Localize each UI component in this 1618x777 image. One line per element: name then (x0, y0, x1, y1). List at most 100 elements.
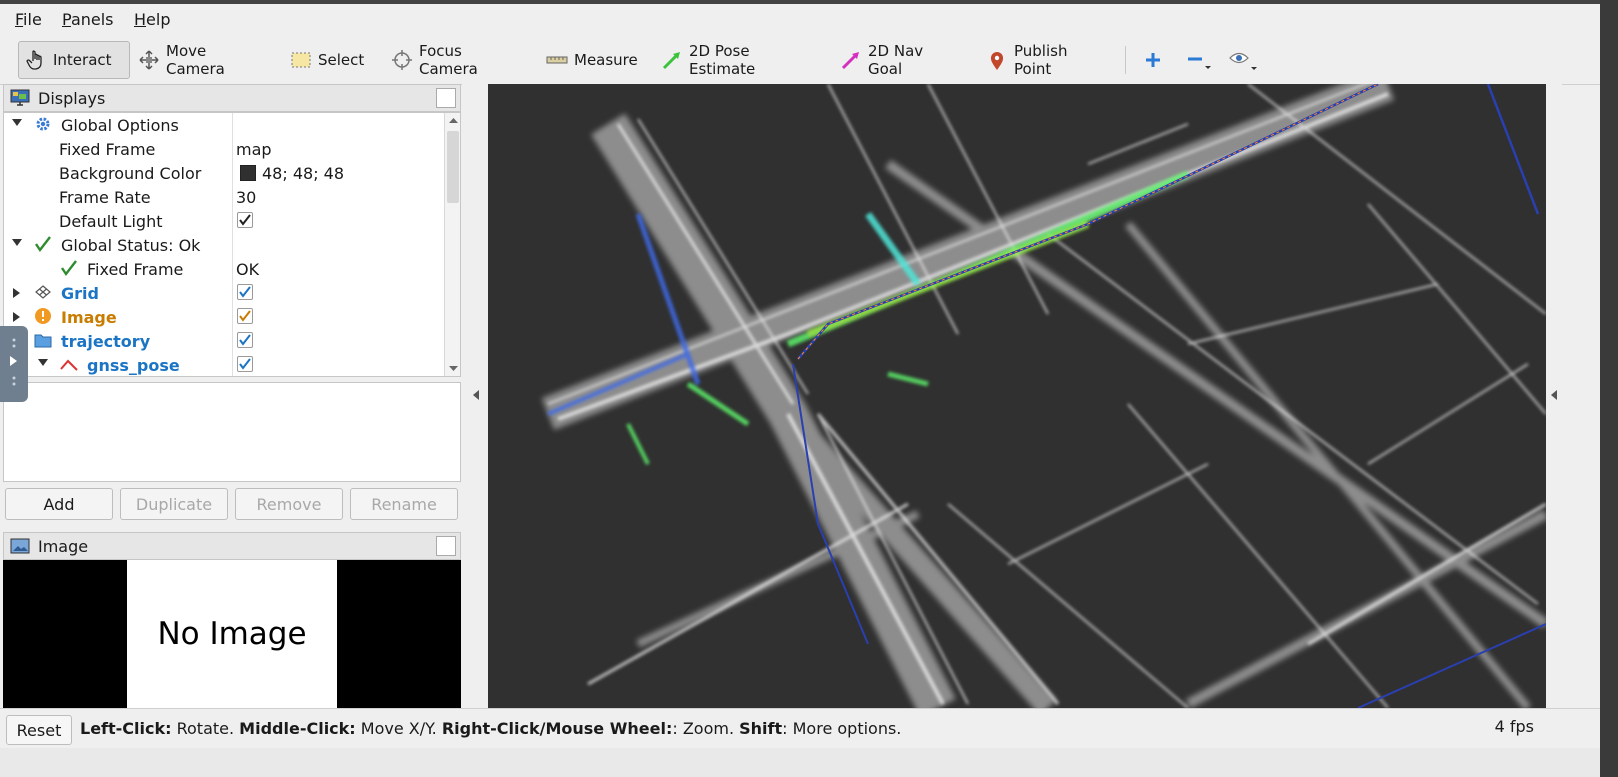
green-arrow-icon (662, 52, 680, 70)
reset-view-button[interactable]: Reset (6, 715, 72, 745)
image-panel-float-button[interactable] (436, 536, 456, 556)
tool-move-camera-label: Move Camera (166, 42, 225, 78)
rename-display-button[interactable]: Rename (350, 488, 458, 520)
tool-interact[interactable]: Interact (18, 41, 130, 79)
check-icon (239, 214, 251, 226)
panel-splitter[interactable] (462, 84, 488, 708)
tool-publish-point-label: Publish Point (1014, 42, 1068, 78)
check-icon (239, 286, 251, 298)
tree-label: Global Options (61, 116, 179, 135)
hint-part: : More options. (782, 719, 902, 738)
tree-label: Fixed Frame (59, 140, 156, 159)
tool-bar: Interact Move Camera Select Focus Camera (0, 36, 1600, 85)
frame-rate-value[interactable]: 30 (236, 188, 256, 207)
status-bar: Reset Left-Click: Rotate. Middle-Click: … (0, 708, 1600, 749)
warning-icon (34, 307, 52, 329)
color-swatch[interactable] (240, 165, 256, 181)
point-cloud-map (541, 84, 1546, 708)
tree-row-grid[interactable]: Grid (4, 281, 444, 305)
tool-interact-label: Interact (53, 51, 112, 69)
background-color-value[interactable]: 48; 48; 48 (262, 164, 344, 183)
toolbar-separator (1125, 46, 1126, 74)
tree-label: Frame Rate (59, 188, 151, 207)
tree-label: Grid (61, 284, 99, 303)
expand-arrow-icon[interactable] (12, 239, 22, 246)
tree-row-image[interactable]: Image (4, 305, 444, 329)
no-image-text: No Image (157, 616, 307, 652)
collapse-right-icon[interactable] (1551, 390, 1557, 400)
side-dock-handle[interactable] (0, 326, 28, 402)
image-panel-header: Image (3, 532, 461, 560)
menu-file[interactable]: File (15, 10, 42, 29)
expand-arrow-icon[interactable] (38, 359, 48, 366)
tool-select[interactable]: Select (284, 41, 364, 79)
check-icon (239, 310, 251, 322)
grid-enabled-checkbox[interactable] (237, 284, 253, 300)
displays-tree: Global Options Fixed Frame map Backgroun… (3, 112, 461, 377)
tool-measure-label: Measure (574, 51, 638, 69)
hint-part: Move X/Y. (355, 719, 442, 738)
trajectory-enabled-checkbox[interactable] (237, 332, 253, 348)
scroll-down-icon[interactable] (445, 362, 461, 374)
expand-arrow-icon[interactable] (13, 312, 20, 322)
tree-row-frame-rate[interactable]: Frame Rate 30 (4, 185, 444, 209)
3d-render-view[interactable] (488, 84, 1546, 708)
viewport-side-gutter[interactable] (1546, 84, 1562, 708)
focus-crosshair-icon (392, 50, 412, 70)
tool-move-camera[interactable]: Move Camera (132, 41, 262, 79)
image-enabled-checkbox[interactable] (237, 308, 253, 324)
expand-arrow-icon[interactable] (12, 119, 22, 126)
tree-label: Default Light (59, 212, 163, 231)
pose-arrow-icon (60, 355, 78, 376)
tree-label: Background Color (59, 164, 202, 183)
magenta-arrow-icon (841, 52, 859, 70)
tree-row-global-status[interactable]: Global Status: Ok (4, 233, 444, 257)
window-bottom-edge (0, 748, 1600, 777)
tree-row-status-fixed-frame[interactable]: Fixed Frame OK (4, 257, 444, 281)
tree-row-trajectory[interactable]: trajectory (4, 329, 444, 353)
collapse-left-icon[interactable] (473, 390, 479, 400)
tree-row-background-color[interactable]: Background Color 48; 48; 48 (4, 161, 444, 185)
menu-panels[interactable]: Panels (62, 10, 114, 29)
folder-icon (34, 331, 52, 353)
add-display-button[interactable]: Add (5, 488, 113, 520)
fps-indicator: 4 fps (1494, 717, 1534, 736)
add-tool-button[interactable] (1138, 41, 1166, 79)
tool-focus-camera-label: Focus Camera (419, 42, 478, 78)
tool-2d-pose-estimate[interactable]: 2D Pose Estimate (655, 41, 815, 79)
tool-2d-nav-goal-label: 2D Nav Goal (868, 42, 924, 78)
duplicate-display-button[interactable]: Duplicate (120, 488, 228, 520)
fixed-frame-value[interactable]: map (236, 140, 272, 159)
menu-help[interactable]: Help (134, 10, 170, 29)
hint-part: Shift (739, 719, 783, 738)
scrollbar-thumb[interactable] (447, 131, 459, 203)
property-description-box (3, 382, 461, 482)
tree-row-global-options[interactable]: Global Options (4, 113, 444, 137)
tool-measure[interactable]: Measure (540, 41, 638, 79)
green-check-icon (60, 259, 78, 281)
tree-label: Image (61, 308, 117, 327)
no-image-placeholder: No Image (127, 560, 337, 708)
green-check-icon (34, 235, 52, 257)
displays-panel-title: Displays (38, 88, 106, 108)
eye-icon (1229, 52, 1257, 70)
tool-publish-point[interactable]: Publish Point (980, 41, 1104, 79)
tree-scrollbar[interactable] (444, 113, 461, 376)
tree-row-default-light[interactable]: Default Light (4, 209, 444, 233)
tree-label: Fixed Frame (87, 260, 184, 279)
default-light-checkbox[interactable] (237, 212, 253, 228)
scroll-up-icon[interactable] (445, 115, 461, 127)
expand-arrow-icon[interactable] (13, 288, 20, 298)
remove-display-button[interactable]: Remove (235, 488, 343, 520)
tool-select-label: Select (318, 51, 365, 69)
hint-part: Left-Click: (80, 719, 172, 738)
remove-tool-button[interactable] (1180, 41, 1216, 79)
tool-2d-nav-goal[interactable]: 2D Nav Goal (834, 41, 958, 79)
plus-icon (1146, 53, 1160, 67)
tool-focus-camera[interactable]: Focus Camera (385, 41, 523, 79)
tree-row-fixed-frame[interactable]: Fixed Frame map (4, 137, 444, 161)
tree-row-gnss-pose[interactable]: gnss_pose (4, 353, 444, 376)
gnss-pose-enabled-checkbox[interactable] (237, 356, 253, 372)
view-tool-button[interactable] (1222, 41, 1260, 79)
displays-panel-float-button[interactable] (436, 88, 456, 108)
